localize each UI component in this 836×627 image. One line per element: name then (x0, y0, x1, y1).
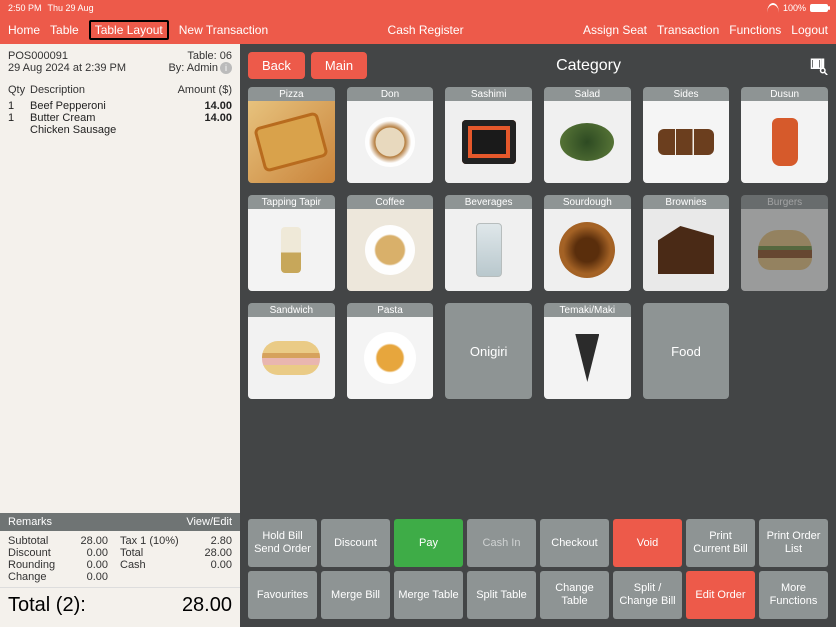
fn-pay[interactable]: Pay (394, 519, 463, 567)
fn-more-functions[interactable]: MoreFunctions (759, 571, 828, 619)
receipt-panel: POS000091 Table: 06 29 Aug 2024 at 2:39 … (0, 44, 240, 627)
receipt-columns: Qty Description Amount ($) (0, 78, 240, 98)
category-salad[interactable]: Salad (544, 87, 631, 183)
fn-hold-bill-send-order[interactable]: Hold BillSend Order (248, 519, 317, 567)
category-onigiri[interactable]: Onigiri (445, 303, 532, 399)
category-tapping-tapir[interactable]: Tapping Tapir (248, 195, 335, 291)
nav-transaction[interactable]: Transaction (657, 23, 719, 37)
nav-table[interactable]: Table (50, 23, 79, 37)
status-date: Thu 29 Aug (48, 3, 94, 13)
category-panel: Back Main Category PizzaDonSashimiSaladS… (240, 44, 836, 627)
table-label: Table: 06 (187, 50, 232, 62)
nav-assign-seat[interactable]: Assign Seat (583, 23, 647, 37)
fn-checkout[interactable]: Checkout (540, 519, 609, 567)
by-label: By: Admin (168, 62, 218, 74)
category-title: Category (373, 57, 804, 75)
category-temaki-maki[interactable]: Temaki/Maki (544, 303, 631, 399)
receipt-line[interactable]: 1Butter Cream14.00 (8, 112, 232, 124)
main-button[interactable]: Main (311, 52, 367, 79)
category-brownies[interactable]: Brownies (643, 195, 730, 291)
pos-id: POS000091 (8, 50, 68, 62)
view-edit-link[interactable]: View/Edit (186, 516, 232, 528)
category-beverages[interactable]: Beverages (445, 195, 532, 291)
nav-table-layout[interactable]: Table Layout (89, 20, 169, 40)
category-coffee[interactable]: Coffee (347, 195, 434, 291)
fn-change-table[interactable]: ChangeTable (540, 571, 609, 619)
fn-discount[interactable]: Discount (321, 519, 390, 567)
fn-split-change-bill[interactable]: Split /Change Bill (613, 571, 682, 619)
fn-merge-table[interactable]: Merge Table (394, 571, 463, 619)
status-bar: 2:50 PM Thu 29 Aug 100% (0, 0, 836, 16)
status-time: 2:50 PM (8, 3, 42, 13)
info-icon[interactable]: i (220, 62, 232, 74)
category-sashimi[interactable]: Sashimi (445, 87, 532, 183)
category-pasta[interactable]: Pasta (347, 303, 434, 399)
category-food[interactable]: Food (643, 303, 730, 399)
app-title: Cash Register (268, 23, 583, 37)
fn-print-current-bill[interactable]: PrintCurrent Bill (686, 519, 755, 567)
battery-pct: 100% (783, 3, 806, 13)
barcode-search-icon[interactable] (810, 57, 828, 75)
category-pizza[interactable]: Pizza (248, 87, 335, 183)
top-nav: Home Table Table Layout New Transaction Cas… (0, 16, 836, 44)
fn-split-table[interactable]: Split Table (467, 571, 536, 619)
category-sides[interactable]: Sides (643, 87, 730, 183)
fn-edit-order[interactable]: Edit Order (686, 571, 755, 619)
category-don[interactable]: Don (347, 87, 434, 183)
nav-new-transaction[interactable]: New Transaction (179, 23, 268, 37)
battery-icon (810, 4, 828, 12)
category-sandwich[interactable]: Sandwich (248, 303, 335, 399)
fn-cash-in[interactable]: Cash In (467, 519, 536, 567)
category-burgers[interactable]: Burgers (741, 195, 828, 291)
nav-logout[interactable]: Logout (791, 23, 828, 37)
back-button[interactable]: Back (248, 52, 305, 79)
receipt-timestamp: 29 Aug 2024 at 2:39 PM (8, 62, 126, 74)
remarks-bar[interactable]: Remarks View/Edit (0, 513, 240, 531)
fn-void[interactable]: Void (613, 519, 682, 567)
wifi-icon (767, 3, 779, 13)
nav-home[interactable]: Home (8, 23, 40, 37)
grand-total: Total (2): 28.00 (0, 587, 240, 627)
receipt-line[interactable]: 1Beef Pepperoni14.00 (8, 100, 232, 112)
fn-merge-bill[interactable]: Merge Bill (321, 571, 390, 619)
category-sourdough[interactable]: Sourdough (544, 195, 631, 291)
nav-functions[interactable]: Functions (729, 23, 781, 37)
fn-favourites[interactable]: Favourites (248, 571, 317, 619)
fn-print-order-list[interactable]: Print OrderList (759, 519, 828, 567)
category-dusun[interactable]: Dusun (741, 87, 828, 183)
